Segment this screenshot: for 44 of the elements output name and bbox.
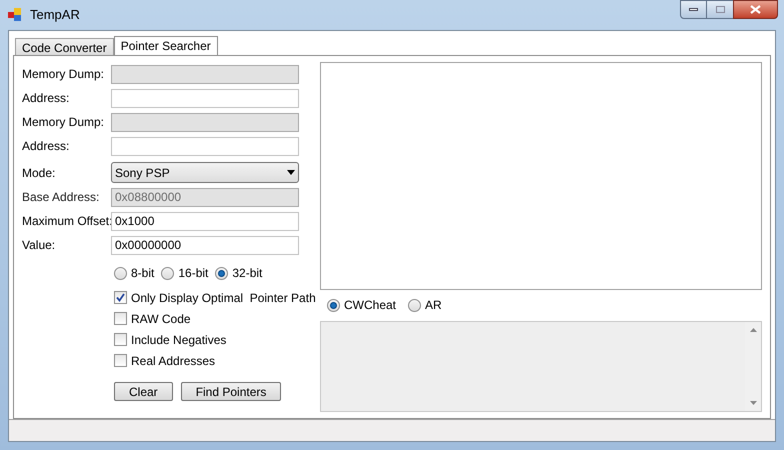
checkbox-label: Real Addresses bbox=[131, 352, 216, 370]
radio-button[interactable] bbox=[408, 298, 422, 312]
text-field[interactable]: 0x1000 bbox=[111, 212, 299, 230]
scroll-up-icon[interactable] bbox=[750, 328, 756, 332]
tab[interactable]: Code Converter bbox=[15, 38, 114, 55]
field-label: Address: bbox=[22, 90, 70, 107]
field-label: Maximum Offset: bbox=[22, 213, 111, 230]
radio-button[interactable] bbox=[215, 266, 228, 280]
text-field[interactable]: 0x00000000 bbox=[111, 236, 299, 254]
app-icon bbox=[8, 8, 22, 22]
checkbox[interactable] bbox=[114, 333, 127, 346]
field-label: Address: bbox=[22, 138, 70, 155]
checkbox[interactable] bbox=[114, 312, 127, 325]
checkbox-label: RAW Code bbox=[131, 310, 191, 328]
close-button[interactable] bbox=[733, 0, 778, 19]
checkbox[interactable] bbox=[114, 291, 127, 304]
radio-button[interactable] bbox=[161, 266, 174, 280]
scroll-down-icon[interactable] bbox=[750, 401, 756, 405]
text-field[interactable] bbox=[111, 136, 299, 156]
action-button[interactable]: Clear bbox=[114, 382, 173, 401]
field-label: Memory Dump: bbox=[22, 66, 106, 83]
action-button[interactable]: Find Pointers bbox=[180, 382, 282, 401]
radio-label: 32-bit bbox=[232, 265, 262, 282]
checkbox[interactable] bbox=[114, 354, 127, 367]
field-label: Value: bbox=[22, 237, 56, 254]
text-field[interactable] bbox=[111, 88, 299, 108]
tab[interactable]: Pointer Searcher bbox=[114, 36, 218, 55]
close-icon bbox=[750, 5, 761, 14]
radio-label: 16-bit bbox=[178, 265, 208, 282]
field-label: Memory Dump: bbox=[22, 114, 106, 131]
radio-button[interactable] bbox=[327, 298, 340, 312]
radio-label: 8-bit bbox=[131, 265, 154, 282]
checkbox-label: Only Display Optimal Pointer Path bbox=[131, 290, 316, 306]
checkbox-label: Include Negatives bbox=[131, 332, 226, 348]
dropdown-arrow-icon bbox=[287, 170, 295, 175]
minimize-button[interactable] bbox=[680, 0, 707, 19]
radio-label: AR bbox=[425, 297, 442, 314]
field-label: Base Address: bbox=[22, 189, 100, 206]
mode-dropdown[interactable]: Sony PSP bbox=[111, 162, 299, 183]
radio-button[interactable] bbox=[114, 266, 127, 280]
window-title: TempAR bbox=[30, 6, 80, 24]
radio-label: CWCheat bbox=[344, 297, 396, 314]
field-label: Mode: bbox=[22, 164, 56, 182]
maximize-button[interactable] bbox=[707, 0, 733, 19]
